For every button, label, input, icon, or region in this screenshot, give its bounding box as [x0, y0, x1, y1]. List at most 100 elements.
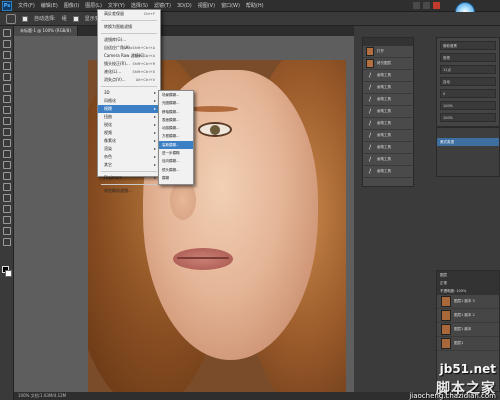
menu-image[interactable]: 图像(I)	[64, 2, 79, 9]
history-row[interactable]: ∕ 画笔工具	[363, 166, 413, 178]
brush-tool-icon[interactable]	[2, 106, 11, 114]
submenu-item-motion-blur[interactable]: 动感模糊...	[159, 124, 193, 132]
pen-tool-icon[interactable]	[2, 183, 11, 191]
menu-item-video[interactable]: 视频 ▸	[98, 129, 160, 137]
history-row[interactable]: ∕ 画笔工具	[363, 130, 413, 142]
gradient-tool-icon[interactable]	[2, 150, 11, 158]
history-row[interactable]: ∕ 画笔工具	[363, 106, 413, 118]
menu-item-render[interactable]: 渲染 ▸	[98, 145, 160, 153]
layers-panel-title[interactable]: 图层	[437, 271, 499, 279]
history-row[interactable]: ∕ 画笔工具	[363, 142, 413, 154]
submenu-item-tilt-shift[interactable]: 移轴模糊...	[159, 108, 193, 116]
quick-select-tool-icon[interactable]	[2, 62, 11, 70]
menu-view[interactable]: 视图(V)	[198, 2, 215, 9]
submenu-item-gaussian-blur[interactable]: 高斯模糊...	[159, 140, 193, 150]
close-icon[interactable]	[433, 2, 440, 9]
menu-help[interactable]: 帮助(H)	[246, 2, 264, 9]
shape-tool-icon[interactable]	[2, 216, 11, 224]
menu-3d[interactable]: 3D(D)	[177, 3, 192, 9]
menu-item-last-filter[interactable]: 高反差保留 Ctrl+F	[98, 10, 160, 18]
submenu-item-blur-more[interactable]: 进一步模糊	[159, 149, 193, 157]
menu-window[interactable]: 窗口(W)	[221, 2, 240, 9]
menu-item-camera-raw[interactable]: Camera Raw 滤镜(C)... Shift+Ctrl+A	[98, 52, 160, 60]
tracking-field[interactable]: 0	[440, 89, 496, 98]
menu-item-noise[interactable]: 杂色 ▸	[98, 153, 160, 161]
submenu-item-iris-blur[interactable]: 光圈模糊...	[159, 99, 193, 107]
menu-item-lens-correction[interactable]: 镜头校正(R)... Shift+Ctrl+R	[98, 60, 160, 68]
menu-item-3d[interactable]: 3D ▸	[98, 89, 160, 97]
history-row[interactable]: 打开	[363, 46, 413, 58]
background-color-swatch[interactable]	[5, 270, 12, 277]
submenu-item-lens-blur[interactable]: 镜头模糊...	[159, 166, 193, 174]
submenu-item-blur[interactable]: 模糊	[159, 174, 193, 182]
leading-field[interactable]: 自动	[440, 77, 496, 86]
history-row[interactable]: ∕ 画笔工具	[363, 94, 413, 106]
history-row[interactable]: ∕ 画笔工具	[363, 70, 413, 82]
menu-item-convert-smart[interactable]: 转换为智能滤镜	[98, 23, 160, 31]
menu-edit[interactable]: 编辑(E)	[41, 2, 58, 9]
eraser-tool-icon[interactable]	[2, 139, 11, 147]
hand-tool-icon[interactable]	[2, 227, 11, 235]
auto-select-mode[interactable]: 组	[62, 15, 67, 22]
menu-item-other[interactable]: 其它 ▸	[98, 161, 160, 169]
menu-item-stylize[interactable]: 风格化 ▸	[98, 97, 160, 105]
layer-thumbnail	[441, 324, 451, 335]
menu-file[interactable]: 文件(F)	[18, 2, 35, 9]
eyedropper-tool-icon[interactable]	[2, 84, 11, 92]
marquee-tool-icon[interactable]	[2, 40, 11, 48]
menu-item-filter-gallery[interactable]: 滤镜库(G)...	[98, 36, 160, 44]
history-brush-tool-icon[interactable]	[2, 128, 11, 136]
font-size-field[interactable]: 12点	[440, 65, 496, 74]
menu-item-pixelate[interactable]: 像素化 ▸	[98, 137, 160, 145]
history-row[interactable]: ∕ 画笔工具	[363, 82, 413, 94]
blur-tool-icon[interactable]	[2, 161, 11, 169]
history-row[interactable]: ∕ 画笔工具	[363, 118, 413, 130]
move-tool-icon[interactable]	[2, 29, 11, 37]
menu-item-adaptive-wide-angle[interactable]: 自适应广角(A)... Alt+Shift+Ctrl+A	[98, 44, 160, 52]
menu-item-sharpen[interactable]: 锐化 ▸	[98, 121, 160, 129]
history-row[interactable]: ∕ 画笔工具	[363, 154, 413, 166]
type-tool-icon[interactable]	[2, 194, 11, 202]
minimize-icon[interactable]	[413, 2, 420, 9]
history-row[interactable]: 拷贝图层	[363, 58, 413, 70]
document-tab[interactable]: 未标题-1 @ 100% (RGB/8)	[14, 26, 78, 36]
layer-row[interactable]: 图层1 副本 2	[437, 309, 499, 323]
crop-tool-icon[interactable]	[2, 73, 11, 81]
lasso-tool-icon[interactable]	[2, 51, 11, 59]
move-tool-icon[interactable]	[6, 13, 16, 24]
layer-row[interactable]: 图层1 副本 3	[437, 295, 499, 309]
menu-item-liquify[interactable]: 液化(L)... Shift+Ctrl+X	[98, 68, 160, 76]
menu-type[interactable]: 文字(Y)	[108, 2, 125, 9]
submenu-item-surface-blur[interactable]: 表面模糊...	[159, 116, 193, 124]
maximize-icon[interactable]	[423, 2, 430, 9]
menu-layer[interactable]: 图层(L)	[85, 2, 102, 9]
menu-item-blur[interactable]: 模糊 ▸	[98, 105, 160, 113]
font-style-select[interactable]: 常规	[440, 53, 496, 62]
dodge-tool-icon[interactable]	[2, 172, 11, 180]
submenu-item-field-blur[interactable]: 场景模糊...	[159, 91, 193, 99]
menu-item-vanishing-point[interactable]: 消失点(V)... Alt+Ctrl+V	[98, 76, 160, 84]
auto-select-checkbox[interactable]	[22, 15, 28, 22]
font-family-select[interactable]: 微软雅黑	[440, 41, 496, 50]
menu-item-digimarc[interactable]: Digimarc ▸	[98, 174, 160, 182]
menu-select[interactable]: 选择(S)	[131, 2, 148, 9]
layer-row[interactable]: 图层1 副本	[437, 323, 499, 337]
blend-mode-select[interactable]: 正常	[437, 279, 499, 287]
show-transform-checkbox[interactable]	[72, 15, 79, 22]
opacity-field[interactable]: 不透明度: 100%	[437, 287, 499, 295]
clone-stamp-tool-icon[interactable]	[2, 117, 11, 125]
zoom-tool-icon[interactable]	[2, 238, 11, 246]
path-select-tool-icon[interactable]	[2, 205, 11, 213]
language-select[interactable]: 美式英语	[437, 138, 499, 146]
layer-row[interactable]: 图层1	[437, 337, 499, 351]
eyebrow	[188, 106, 238, 112]
paragraph-panel: 美式英语	[436, 127, 500, 177]
submenu-item-box-blur[interactable]: 方框模糊...	[159, 132, 193, 140]
menu-item-distort[interactable]: 扭曲 ▸	[98, 113, 160, 121]
healing-brush-tool-icon[interactable]	[2, 95, 11, 103]
menu-filter[interactable]: 滤镜(T)	[154, 2, 171, 9]
submenu-item-radial-blur[interactable]: 径向模糊...	[159, 157, 193, 165]
vertical-scale-field[interactable]: 100%	[440, 101, 496, 110]
menu-item-browse-online[interactable]: 浏览联机滤镜...	[98, 187, 160, 195]
horizontal-scale-field[interactable]: 100%	[440, 113, 496, 122]
